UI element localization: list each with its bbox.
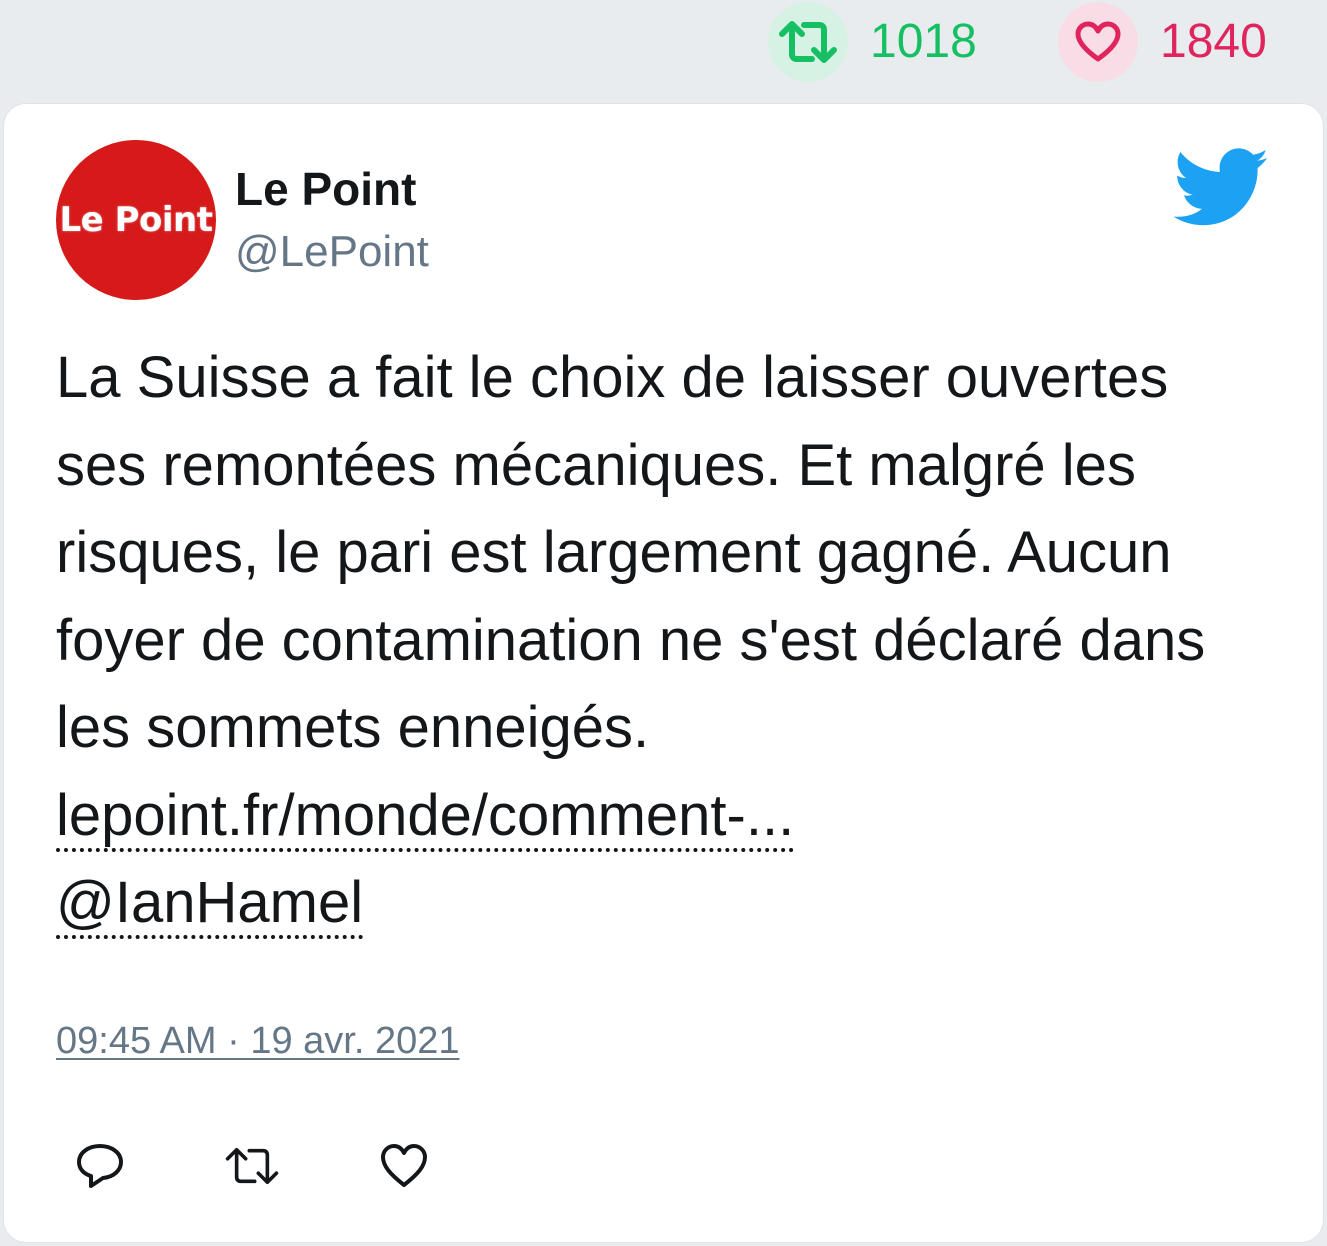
reply-icon [77,1144,123,1188]
tweet-timestamp[interactable]: 09:45 AM · 19 avr. 2021 [56,1022,460,1060]
retweet-icon [225,1147,279,1185]
article-link[interactable]: lepoint.fr/monde/comment-... [56,782,795,852]
avatar[interactable]: Le Point [56,140,216,300]
like-icon [381,1144,427,1187]
like-button[interactable] [376,1138,432,1194]
retweet-icon [768,2,848,82]
tweet-body: La Suisse a fait le choix de laisser ouv… [56,345,1206,760]
heart-icon [1058,2,1138,82]
retweet-count-value: 1018 [870,15,977,68]
retweet-button[interactable] [224,1138,280,1194]
retweet-count: 1018 [768,0,977,84]
user-handle[interactable]: @LePoint [235,230,429,274]
twitter-bird-icon[interactable] [1174,148,1270,228]
display-name[interactable]: Le Point [235,166,416,212]
like-count: 1840 [1058,0,1267,84]
tweet-card: Le Point Le Point @LePoint La Suisse a f… [4,104,1323,1242]
mention-link[interactable]: @IanHamel [56,870,364,939]
tweet-stats: 1018 1840 [0,0,1327,100]
like-count-value: 1840 [1160,15,1267,68]
avatar-logo-text: Le Point [59,200,213,240]
reply-button[interactable] [72,1138,128,1194]
tweet-actions [72,1138,432,1194]
tweet-text: La Suisse a fait le choix de laisser ouv… [56,334,1271,947]
